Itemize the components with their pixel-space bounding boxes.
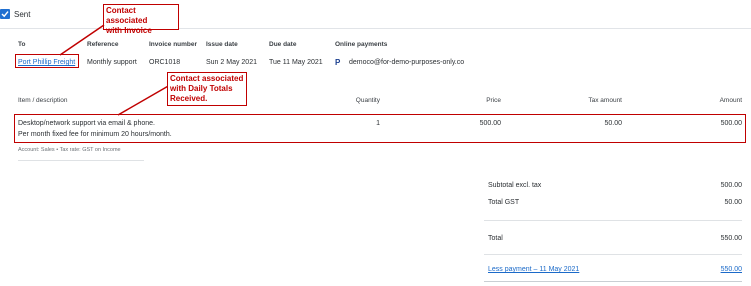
checkmark-icon [1,11,9,18]
annotation-invoice-contact-text: Contact associated with Invoice [106,6,152,35]
item-amount: 500.00 [720,120,742,127]
totals-divider-top [484,220,742,221]
header-to: To [18,41,26,48]
gst-value: 50.00 [724,199,742,206]
total-label: Total [488,235,503,242]
column-quantity: Quantity [355,97,380,104]
totals-divider-final [484,281,742,282]
header-issue-date: Issue date [206,41,238,48]
annotation-contact-highlight [15,54,79,68]
header-invoice-number: Invoice number [149,41,198,48]
subtotal-value: 500.00 [720,182,742,189]
line-item-highlight [14,114,746,143]
connector-daily-totals-contact [117,84,171,116]
annotation-daily-totals-contact: Contact associated with Daily Totals Rec… [167,72,247,106]
subtotal-label: Subtotal excl. tax [488,182,542,189]
account-divider [18,160,144,161]
payment-value[interactable]: 550.00 [690,266,742,273]
totals-divider-bottom [484,254,742,255]
total-value: 550.00 [720,235,742,242]
column-item: Item / description [18,97,68,104]
column-amount: Amount [719,97,742,104]
sent-checkbox[interactable] [0,9,10,19]
payment-link[interactable]: Less payment – 11 May 2021 [488,266,579,273]
item-tax-amount: 50.00 [604,120,622,127]
online-payments-email: democo@for-demo-purposes-only.co [349,59,465,66]
reference-value: Monthly support [87,59,137,66]
item-price: 500.00 [479,120,501,127]
due-date-value: Tue 11 May 2021 [269,59,323,66]
sent-label: Sent [14,10,31,19]
header-reference: Reference [87,41,119,48]
annotation-daily-totals-text: Contact associated with Daily Totals Rec… [170,74,244,103]
column-tax-amount: Tax amount [588,97,622,104]
connector-invoice-contact [59,24,105,56]
item-quantity: 1 [376,120,380,127]
item-description-line2: Per month fixed fee for minimum 20 hours… [18,131,172,138]
invoice-number-value: ORC1018 [149,59,181,66]
annotation-invoice-contact: Contact associated with Invoice [103,4,179,35]
paypal-icon: P [335,58,341,67]
item-description-line1: Desktop/network support via email & phon… [18,120,155,127]
account-info: Account: Sales • Tax rate: GST on Income [18,147,121,153]
gst-label: Total GST [488,199,520,206]
issue-date-value: Sun 2 May 2021 [206,59,257,66]
header-online-payments: Online payments [335,41,388,48]
column-price: Price [486,97,501,104]
header-due-date: Due date [269,41,297,48]
